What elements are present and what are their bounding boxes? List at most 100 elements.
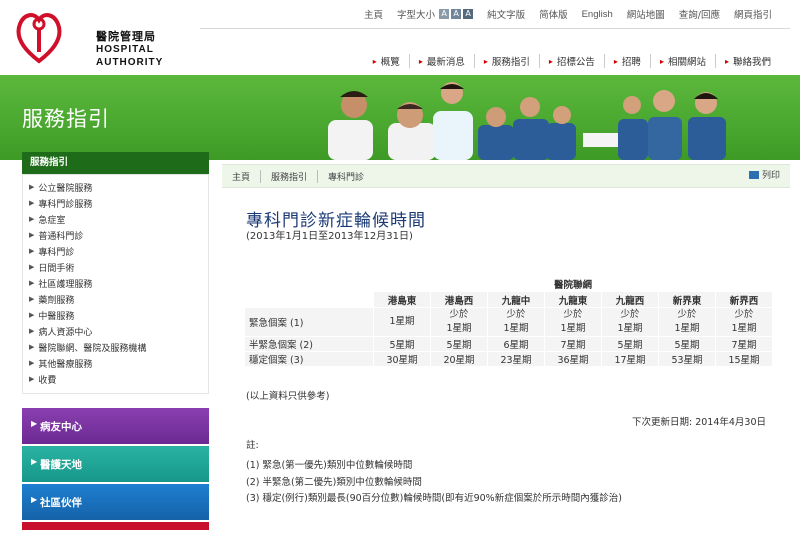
nav-service-guide[interactable]: ▸ 服務指引 [473,54,539,68]
banner-title: 服務指引 [22,107,110,131]
nav-arrow-icon: ▸ [418,56,423,66]
column-header: 九龍東 [545,292,601,307]
cell-line: 少於 [506,309,526,320]
sidebar-item-label: 中醫服務 [38,311,75,322]
sidebar-item[interactable]: ▶ 公立醫院服務 [23,179,208,195]
sidebar-item-label: 普通科門診 [38,231,84,242]
table-cell: 5星期 [659,337,715,351]
table-cell: 少於 1星期 [431,308,487,336]
nav-arrow-icon: ▸ [483,56,488,66]
box-arrow-icon: ▶ [31,419,38,428]
util-home-link[interactable]: 主頁 [364,7,383,21]
nav-careers[interactable]: ▸ 招聘 [603,54,650,68]
breadcrumb-home[interactable]: 主頁 [222,169,262,183]
sidebar-red-box[interactable] [22,522,209,530]
sidebar-item[interactable]: ▶ 專科門診 [23,243,208,259]
sidebar-item-label: 其他醫療服務 [38,359,93,370]
cell-line: 少於 [677,309,697,320]
sidebar-item[interactable]: ▶ 中醫服務 [23,307,208,323]
nav-label: 招聘 [621,57,641,68]
bullet-arrow-icon: ▶ [29,199,35,207]
bullet-arrow-icon: ▶ [29,311,35,319]
sidebar-item[interactable]: ▶ 社區護理服務 [23,275,208,291]
box-label: 病友中心 [40,421,82,433]
util-site-index-link[interactable]: 網頁指引 [734,7,772,21]
nav-tenders[interactable]: ▸ 招標公告 [538,54,604,68]
cell-line: 1星期 [503,323,529,334]
bullet-arrow-icon: ▶ [29,343,35,351]
sidebar-item[interactable]: ▶ 專科門診服務 [23,195,208,211]
util-sitemap-link[interactable]: 網站地圖 [627,7,665,21]
util-english-link[interactable]: English [582,9,613,20]
box-label: 醫護天地 [40,459,82,471]
sidebar-heading: 服務指引 [22,152,209,174]
table-row: 穩定個案 (3) 30星期 20星期 23星期 36星期 17星期 53星期 1… [245,352,772,366]
table-cell: 7星期 [716,337,772,351]
table-cell: 20星期 [431,352,487,366]
sidebar-item-label: 醫院聯網、醫院及服務機構 [38,343,147,354]
font-size-small-button[interactable]: A [439,9,450,19]
util-simplified-link[interactable]: 简体版 [539,7,568,21]
nav-related-sites[interactable]: ▸ 相關網站 [649,54,715,68]
sidebar-item[interactable]: ▶ 日間手術 [23,259,208,275]
column-header: 九龍西 [602,292,658,307]
sidebar-item-label: 專科門診服務 [38,199,93,210]
main-navigation: ▸ 概覽 ▸ 最新消息 ▸ 服務指引 ▸ 招標公告 ▸ 招聘 ▸ 相關網站 ▸ 聯絡我們 [364,54,780,68]
table-cell: 17星期 [602,352,658,366]
nav-arrow-icon: ▸ [724,56,729,66]
nav-arrow-icon: ▸ [613,56,618,66]
sidebar-item[interactable]: ▶ 收費 [23,371,208,387]
main-content: 主頁 服務指引 專科門診 列印 專科門診新症輪候時間 (2013年1月1日至20… [222,160,790,536]
sidebar-item[interactable]: ▶ 藥劑服務 [23,291,208,307]
column-header: 九龍中 [488,292,544,307]
table-cell: 5星期 [431,337,487,351]
waiting-time-table: 醫院聯網 港島東 港島西 九龍中 九龍東 九龍西 新界東 新界西 緊急個案 (1… [244,276,773,367]
table-cell: 少於 1星期 [659,308,715,336]
hospital-authority-logo[interactable]: 醫院管理局 HOSPITAL AUTHORITY [14,6,164,70]
patient-centre-link[interactable]: ▶ 病友中心 [22,408,209,444]
next-update-date: 下次更新日期: 2014年4月30日 [631,417,766,428]
heart-logo-icon [16,13,62,64]
sidebar-item-label: 收費 [38,375,57,386]
table-cell: 15星期 [716,352,772,366]
nav-news[interactable]: ▸ 最新消息 [408,54,474,68]
cell-line: 1星期 [674,323,700,334]
nav-label: 相關網站 [667,57,706,68]
nav-contact-us[interactable]: ▸ 聯絡我們 [714,54,780,68]
bullet-arrow-icon: ▶ [29,375,35,383]
breadcrumb-service-guide[interactable]: 服務指引 [261,169,319,183]
bullet-arrow-icon: ▶ [29,263,35,271]
util-feedback-link[interactable]: 查詢/回應 [679,7,720,21]
nav-label: 招標公告 [556,57,595,68]
sidebar-item[interactable]: ▶ 急症室 [23,211,208,227]
font-size-large-button[interactable]: A [463,9,474,19]
sidebar-item[interactable]: ▶ 病人資源中心 [23,323,208,339]
breadcrumb: 主頁 服務指引 專科門診 [222,164,790,188]
sidebar-item-label: 公立醫院服務 [38,183,93,194]
print-button[interactable]: 列印 [748,168,780,181]
printer-icon [748,170,759,179]
util-text-only-link[interactable]: 純文字版 [487,7,525,21]
font-size-medium-button[interactable]: A [451,9,462,19]
cell-line: 1星期 [446,323,472,334]
notes-list: (1) 緊急(第一優先)類別中位數輪候時間 (2) 半緊急(第二優先)類別中位數… [246,458,622,508]
row-header: 穩定個案 (3) [245,352,373,366]
cell-line: 少於 [563,309,583,320]
cell-line: 少於 [449,309,469,320]
sidebar-item-label: 專科門診 [38,247,75,258]
sidebar-item[interactable]: ▶ 醫院聯網、醫院及服務機構 [23,339,208,355]
column-header: 港島西 [431,292,487,307]
bullet-arrow-icon: ▶ [29,231,35,239]
table-cell: 53星期 [659,352,715,366]
sidebar-item[interactable]: ▶ 普通科門診 [23,227,208,243]
healthcare-world-link[interactable]: ▶ 醫護天地 [22,446,209,482]
nav-overview[interactable]: ▸ 概覽 [364,54,409,69]
sidebar-item-label: 日間手術 [38,263,75,274]
table-cell: 少於 1星期 [602,308,658,336]
sidebar-item-label: 急症室 [38,215,66,226]
community-partners-link[interactable]: ▶ 社區伙伴 [22,484,209,520]
sidebar-item[interactable]: ▶ 其他醫療服務 [23,355,208,371]
font-size-label: 字型大小 [397,10,436,21]
sidebar-item-label: 社區護理服務 [38,279,93,290]
breadcrumb-specialist[interactable]: 專科門診 [318,170,374,183]
